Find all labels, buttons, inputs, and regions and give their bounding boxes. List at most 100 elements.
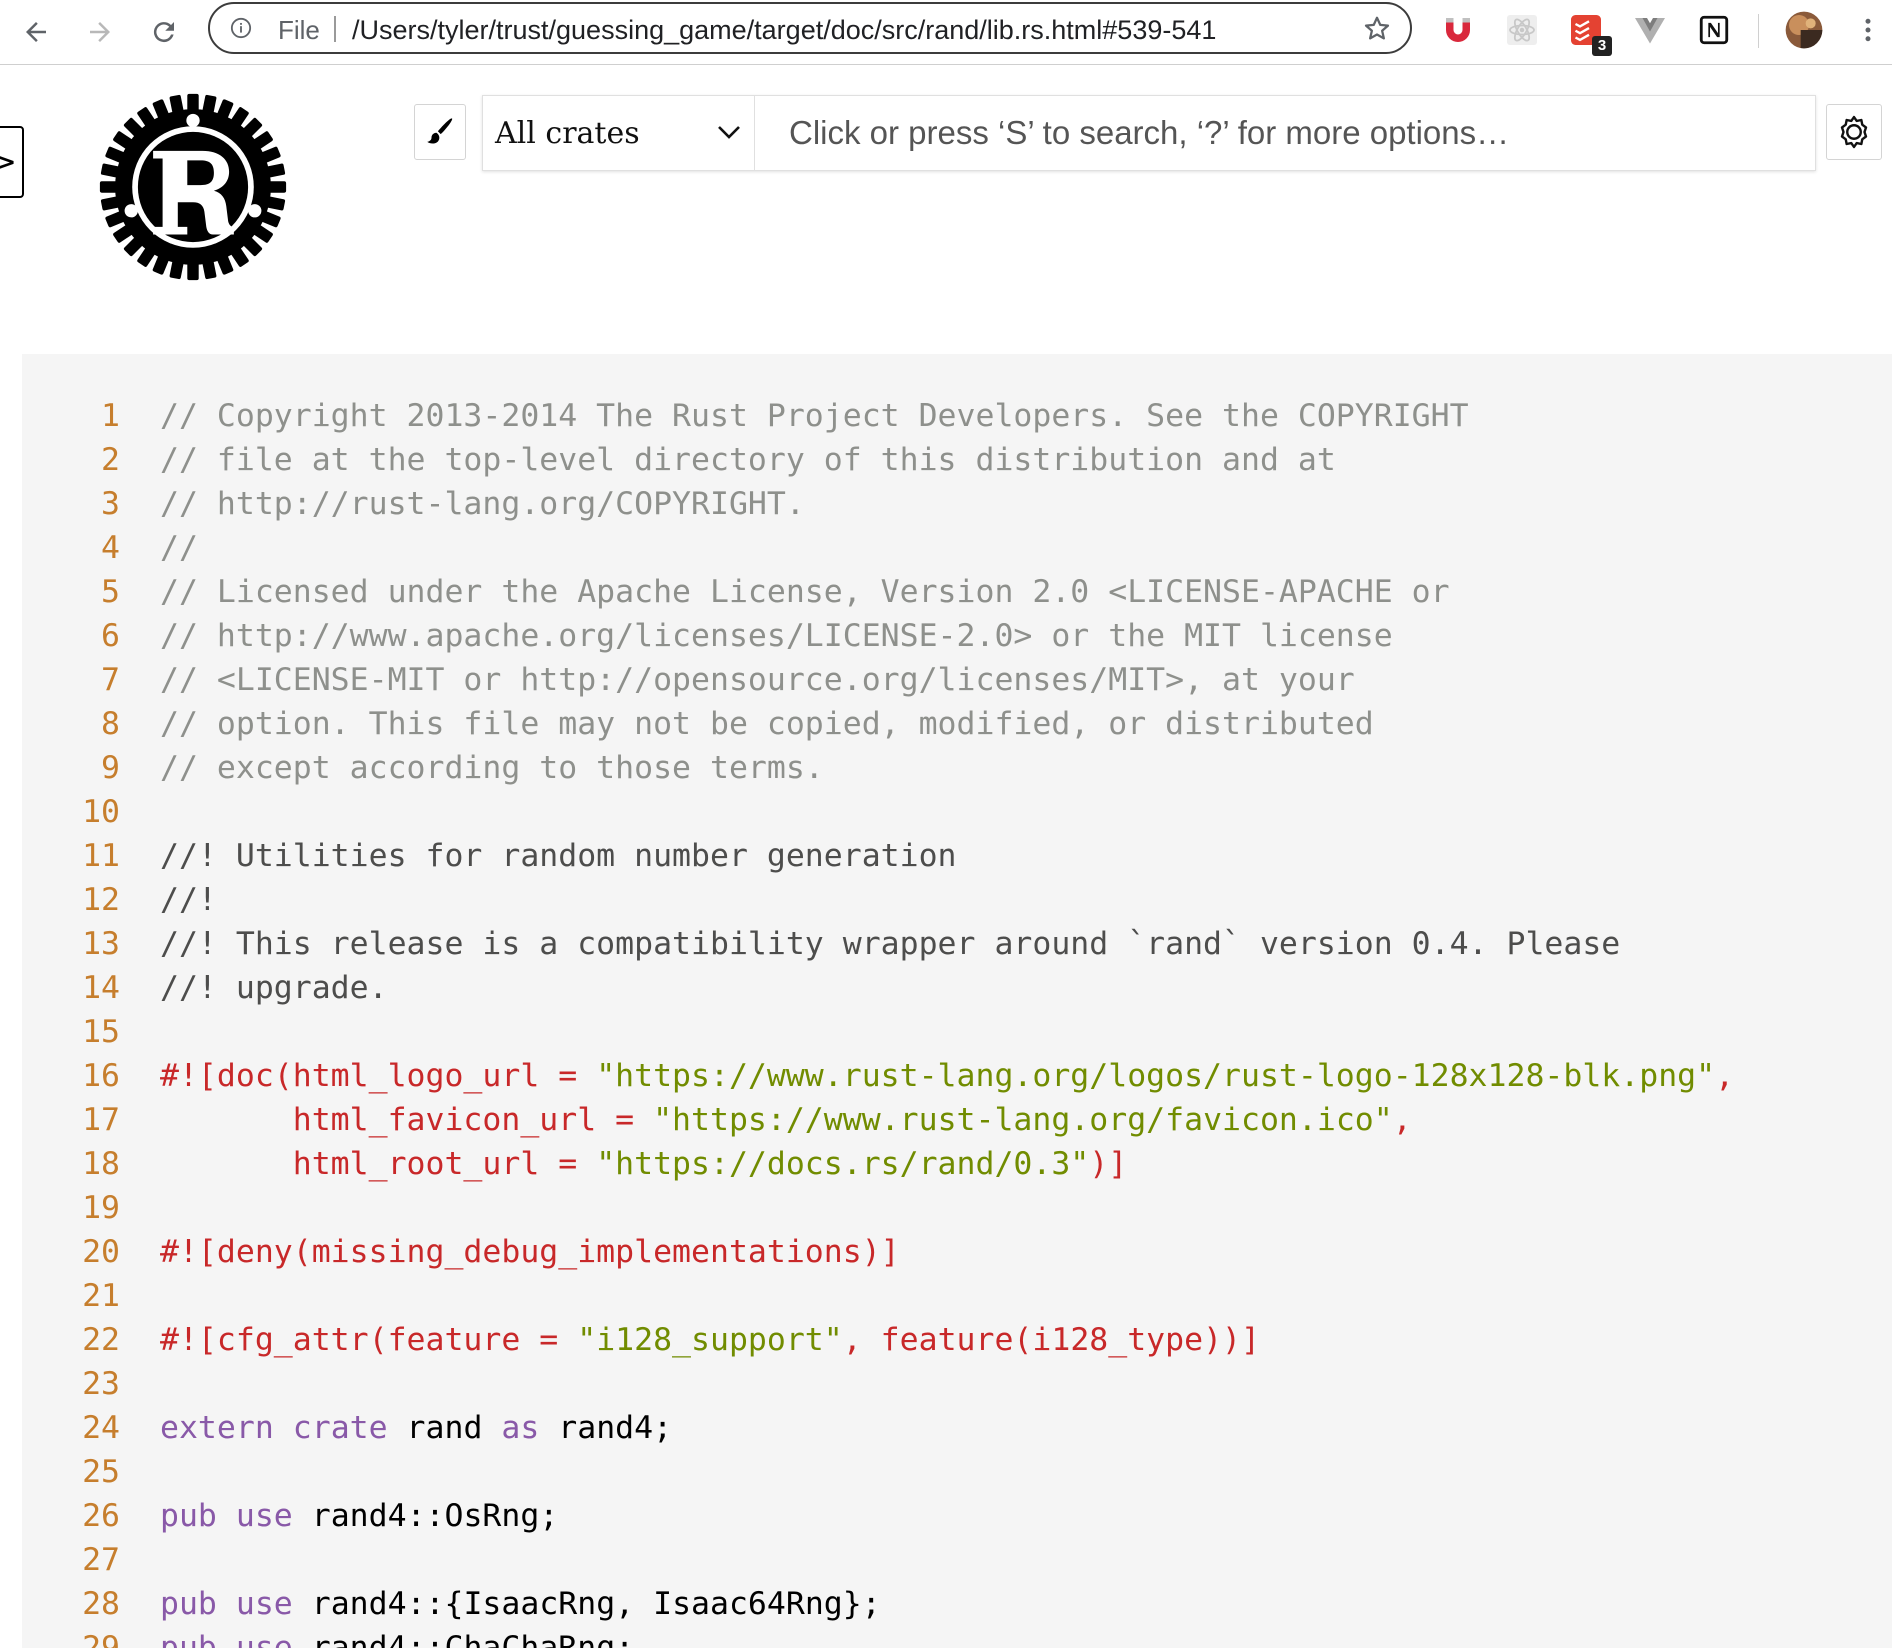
code-token-kw: pub [160,1630,217,1648]
line-number-link[interactable]: 25 [22,1450,120,1494]
line-number-link[interactable]: 21 [22,1274,120,1318]
back-button[interactable] [14,10,58,54]
line-number-link[interactable]: 7 [22,658,120,702]
code-token-kw: use [235,1630,293,1648]
line-number-link[interactable]: 22 [22,1318,120,1362]
line-number-link[interactable]: 23 [22,1362,120,1406]
source-line-code: // file at the top-level directory of th… [160,438,1336,482]
code-token-doc: //! Utilities for random number generati… [160,838,957,874]
line-number-link[interactable]: 8 [22,702,120,746]
react-devtools-icon[interactable] [1502,10,1542,50]
settings-button[interactable] [1826,104,1882,160]
profile-avatar[interactable] [1784,10,1824,50]
line-number-link[interactable]: 29 [22,1626,120,1648]
browser-menu-button[interactable] [1848,10,1888,50]
line-number-link[interactable]: 4 [22,526,120,570]
code-token-kw: use [235,1498,293,1534]
code-token-attr: )] [1089,1146,1128,1182]
info-icon[interactable] [230,17,252,39]
vue-devtools-icon[interactable] [1630,10,1670,50]
line-number-link[interactable]: 1 [22,394,120,438]
source-line-code: html_root_url = "https://docs.rs/rand/0.… [160,1142,1127,1186]
source-line-code: pub use rand4::{IsaacRng, Isaac64Rng}; [160,1582,881,1626]
notion-icon[interactable] [1694,10,1734,50]
source-line-code: #![deny(missing_debug_implementations)] [160,1230,900,1274]
line-number-link[interactable]: 17 [22,1098,120,1142]
gear-icon [1840,115,1868,149]
line-number-link[interactable]: 16 [22,1054,120,1098]
code-token-plain: rand4::{IsaacRng, Isaac64Rng}; [292,1586,881,1622]
rust-logo[interactable] [98,92,288,282]
code-token-comment: // file at the top-level directory of th… [160,442,1336,478]
line-number-link[interactable]: 11 [22,834,120,878]
reload-button[interactable] [142,10,186,54]
code-token-kw: crate [292,1410,388,1446]
bookmark-star-icon[interactable] [1362,14,1392,44]
source-line-code: //! This release is a compatibility wrap… [160,922,1620,966]
line-number-link[interactable]: 27 [22,1538,120,1582]
source-line-code: // option. This file may not be copied, … [160,702,1374,746]
code-token-attr: , [1392,1102,1412,1138]
line-number-link[interactable]: 12 [22,878,120,922]
line-number-link[interactable]: 20 [22,1230,120,1274]
source-line-code: pub use rand4::ChaChaRng; [160,1626,634,1648]
line-number-link[interactable]: 5 [22,570,120,614]
chevron-down-icon [718,126,740,139]
forward-button[interactable] [78,10,122,54]
line-number-link[interactable]: 19 [22,1186,120,1230]
source-line-code: // http://www.apache.org/licenses/LICENS… [160,614,1393,658]
line-number-link[interactable]: 6 [22,614,120,658]
source-line-code: // [160,526,198,570]
theme-picker-button[interactable] [414,104,466,160]
address-bar[interactable]: File /Users/tyler/trust/guessing_game/ta… [208,2,1412,54]
line-number-link[interactable]: 10 [22,790,120,834]
source-line-code: // Licensed under the Apache License, Ve… [160,570,1450,614]
code-token-string: "https://www.rust-lang.org/logos/rust-lo… [596,1058,1716,1094]
code-token-comment: // option. This file may not be copied, … [160,706,1374,742]
source-line-code: html_favicon_url = "https://www.rust-lan… [160,1098,1412,1142]
code-token-kw: use [235,1586,293,1622]
code-token-kw: as [501,1410,540,1446]
code-token-kw: pub [160,1586,217,1622]
line-number-link[interactable]: 9 [22,746,120,790]
code-token-plain: rand4; [539,1410,673,1446]
source-line-code: //! [160,878,217,922]
line-number-link[interactable]: 14 [22,966,120,1010]
todoist-badge: 3 [1592,36,1612,56]
code-token-attr: , feature(i128_type))] [842,1322,1260,1358]
code-token-comment: // Licensed under the Apache License, Ve… [160,574,1450,610]
sidebar-toggle-button[interactable]: > [0,126,24,198]
line-number-link[interactable]: 18 [22,1142,120,1186]
line-number-link[interactable]: 2 [22,438,120,482]
search-input[interactable] [757,96,1813,170]
code-token-attr: html_favicon_url = [160,1102,654,1138]
url-text[interactable]: /Users/tyler/trust/guessing_game/target/… [352,15,1216,46]
source-line-code: //! upgrade. [160,966,388,1010]
source-line-code: // http://rust-lang.org/COPYRIGHT. [160,482,805,526]
crate-search-select[interactable]: All crates [483,96,755,170]
line-number-link[interactable]: 13 [22,922,120,966]
magnet-extension-icon[interactable] [1438,10,1478,50]
line-number-link[interactable]: 3 [22,482,120,526]
code-token-attr: #![deny(missing_debug_implementations)] [160,1234,900,1270]
source-line-code: // <LICENSE-MIT or http://opensource.org… [160,658,1355,702]
code-token-plain: rand [387,1410,502,1446]
line-number-link[interactable]: 28 [22,1582,120,1626]
source-line-code: extern crate rand as rand4; [160,1406,672,1450]
more-vertical-icon [1865,18,1871,42]
code-token-string: "https://docs.rs/rand/0.3" [596,1146,1090,1182]
line-number-link[interactable]: 26 [22,1494,120,1538]
code-token-doc: //! upgrade. [160,970,388,1006]
code-token-string: "i128_support" [577,1322,843,1358]
line-number-link[interactable]: 24 [22,1406,120,1450]
code-token-string: "https://www.rust-lang.org/favicon.ico" [653,1102,1393,1138]
code-token-plain: rand4::ChaChaRng; [292,1630,635,1648]
browser-toolbar: File /Users/tyler/trust/guessing_game/ta… [0,0,1892,65]
source-line-code: //! Utilities for random number generati… [160,834,957,878]
todoist-icon[interactable]: 3 [1566,10,1612,56]
reload-icon [153,22,174,43]
line-number-link[interactable]: 15 [22,1010,120,1054]
search-form: All crates [482,95,1816,171]
code-token-attr: #![cfg_attr(feature = [160,1322,578,1358]
source-line-code: #![cfg_attr(feature = "i128_support", fe… [160,1318,1260,1362]
